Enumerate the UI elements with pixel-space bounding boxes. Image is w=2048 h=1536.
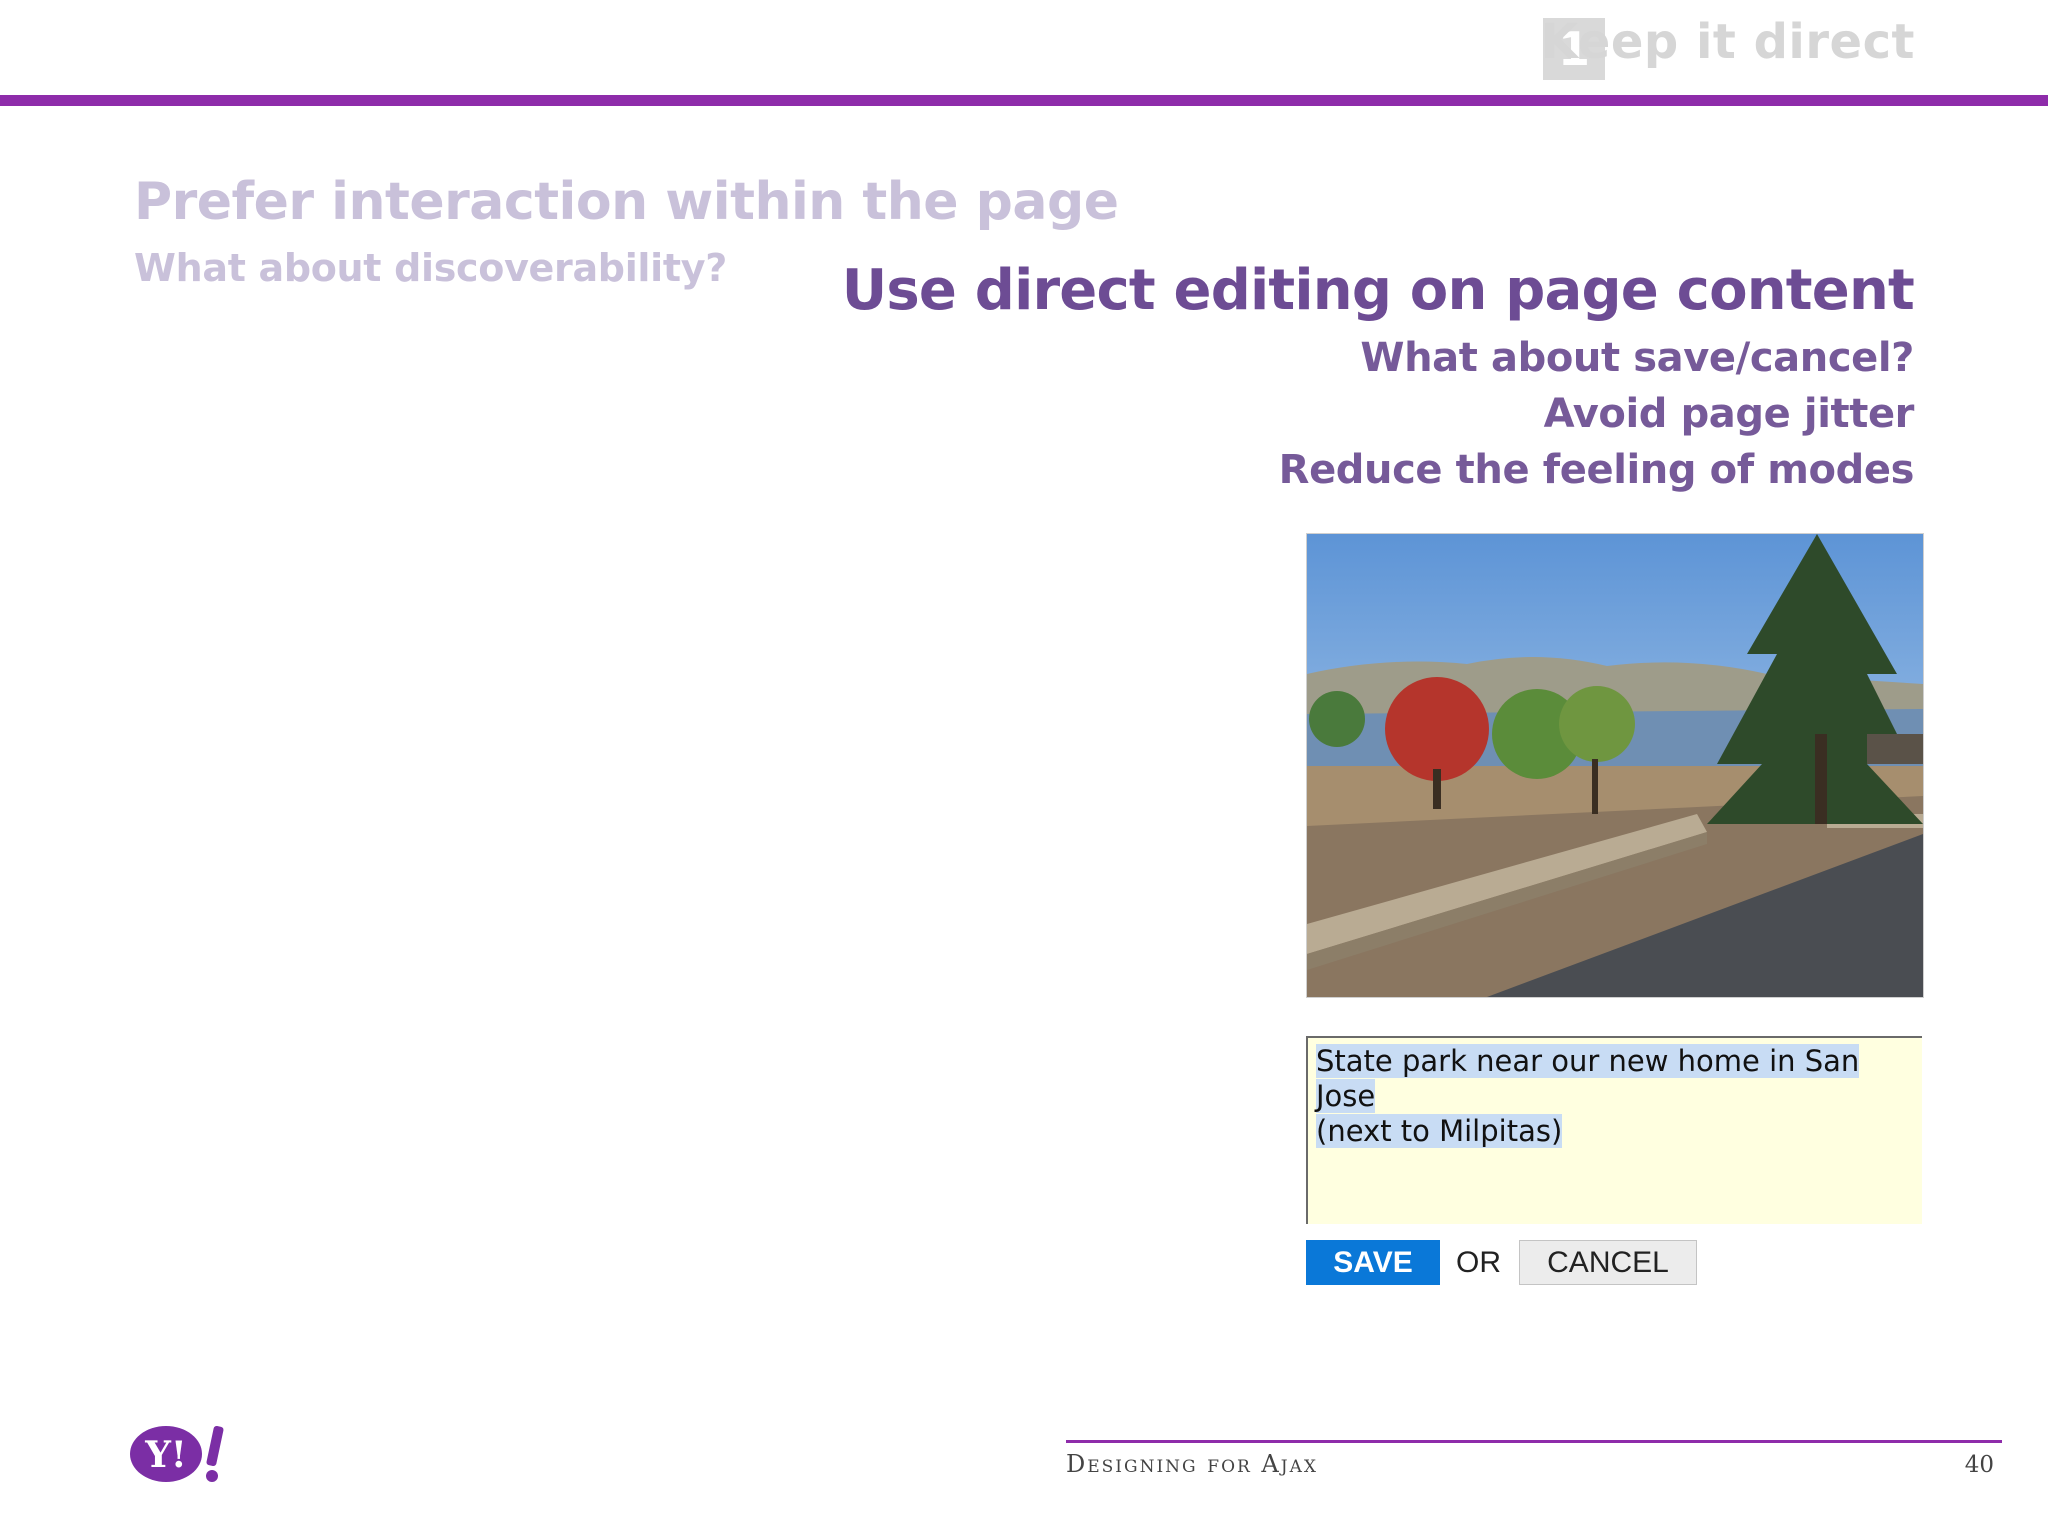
caption-line-1: State park near our new home in San Jose <box>1316 1044 1860 1113</box>
save-button[interactable]: SAVE <box>1306 1240 1440 1285</box>
park-photo <box>1306 533 1924 998</box>
bullet-item: What about save/cancel? <box>1360 335 1914 381</box>
bullet-list: What about save/cancel? Avoid page jitte… <box>1278 330 1915 498</box>
section-title: Keep it direct <box>1540 14 1915 70</box>
bullet-item: Reduce the feeling of modes <box>1278 447 1915 493</box>
park-photo-image <box>1307 534 1923 997</box>
yahoo-logo-icon: Y! <box>128 1422 238 1486</box>
cancel-button[interactable]: CANCEL <box>1519 1240 1697 1285</box>
footer-title: Designing for Ajax <box>1066 1450 1318 1478</box>
logo-text: Y! <box>144 1434 187 1476</box>
page-number: 40 <box>1964 1452 1994 1478</box>
footer-divider <box>1066 1440 2002 1443</box>
previous-topic-title: Prefer interaction within the page <box>134 172 1119 232</box>
slide-heading: Use direct editing on page content <box>841 258 1915 323</box>
accent-bar <box>0 95 2048 106</box>
caption-edit-field[interactable]: State park near our new home in San Jose… <box>1306 1036 1922 1224</box>
or-separator: OR <box>1456 1246 1501 1279</box>
bullet-item: Avoid page jitter <box>1543 391 1915 437</box>
caption-line-2: (next to Milpitas) <box>1316 1114 1563 1148</box>
previous-topic-subtitle: What about discoverability? <box>134 246 727 290</box>
